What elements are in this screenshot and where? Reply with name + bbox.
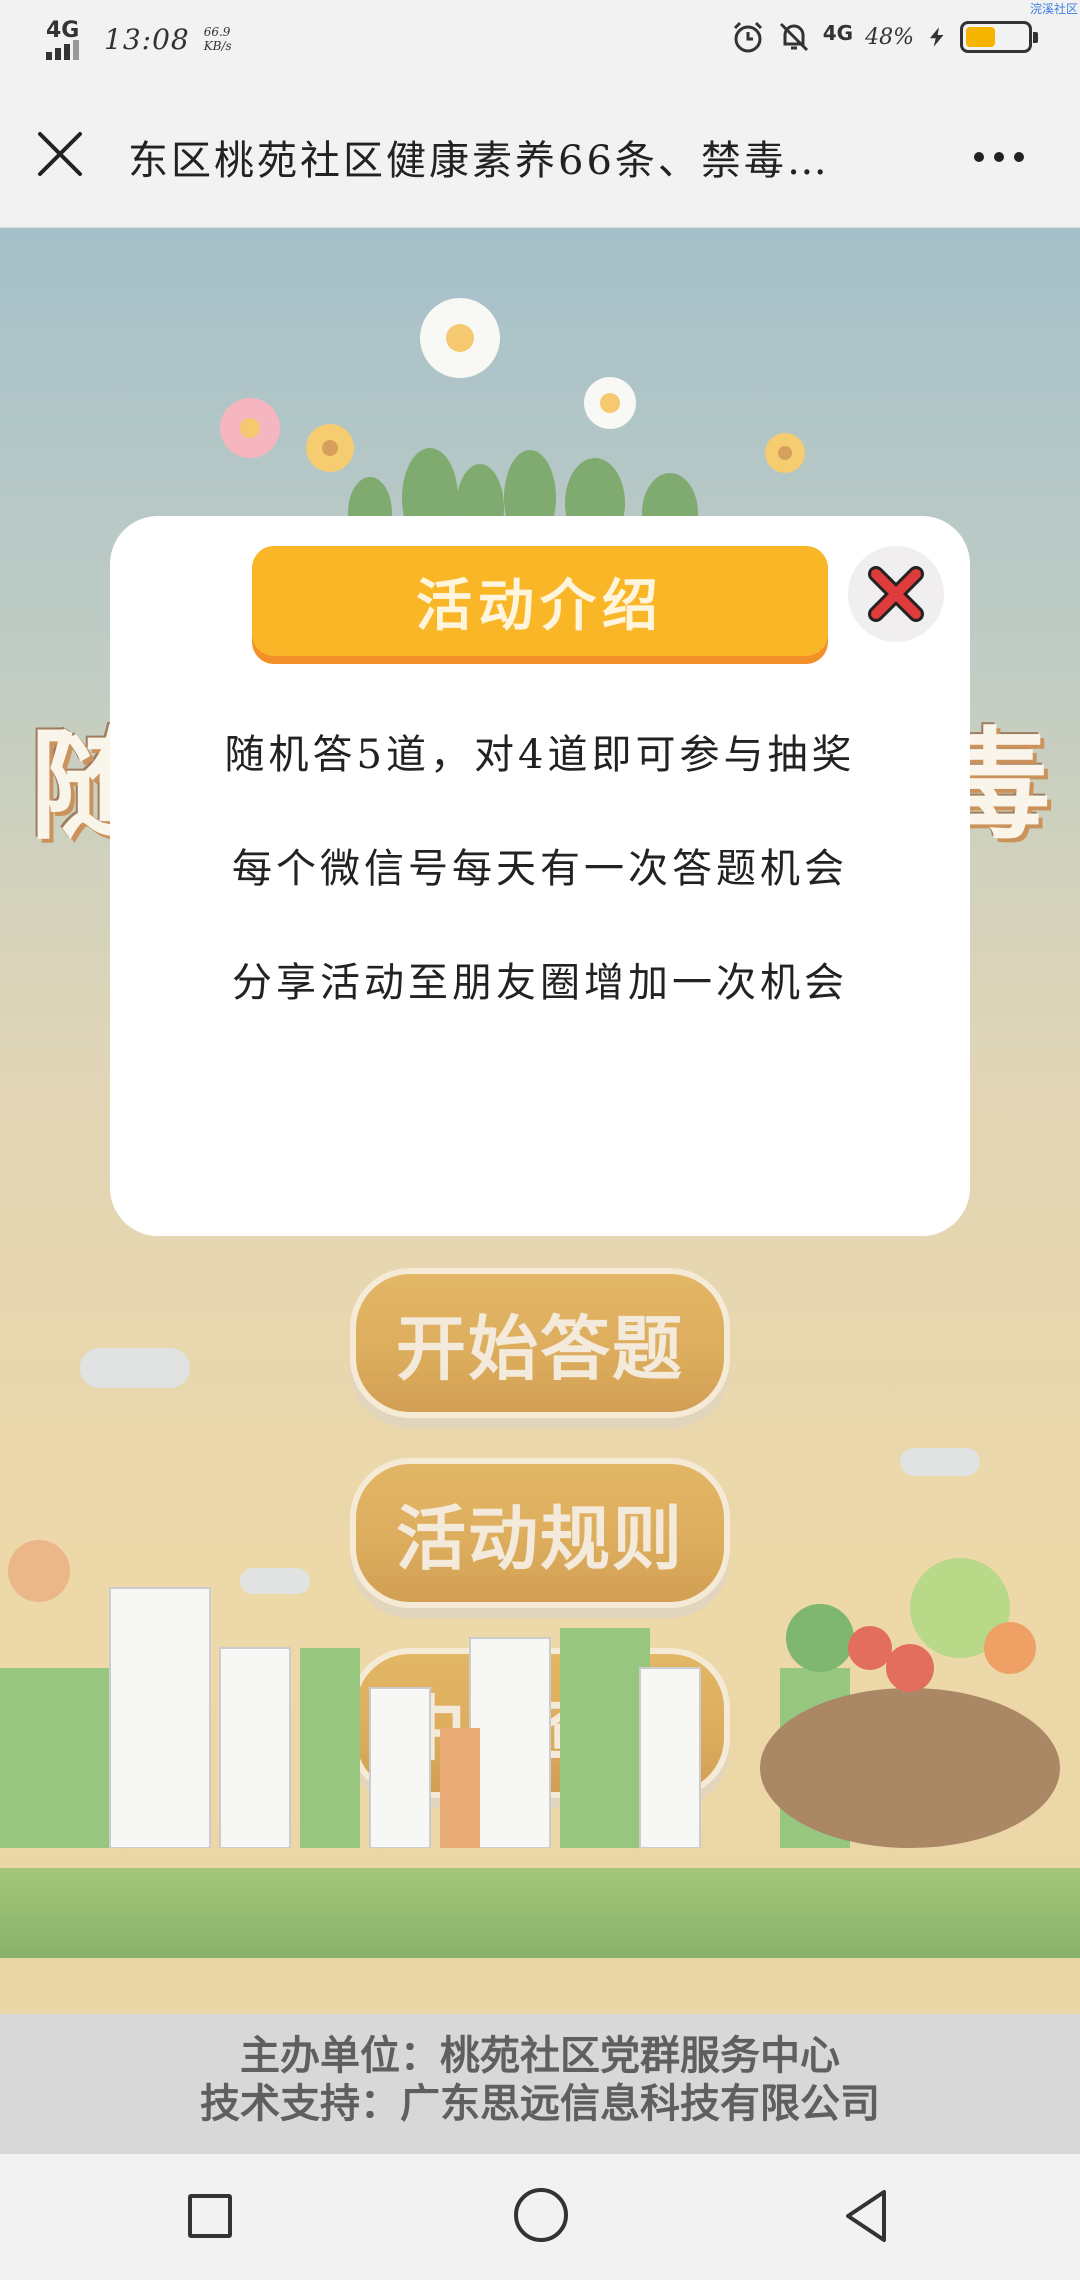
modal-close-button[interactable] [848, 546, 944, 642]
modal-body: 随机答5道，对4道即可参与抽奖 每个微信号每天有一次答题机会 分享活动至朋友圈增… [170, 726, 910, 1012]
charging-icon [929, 27, 944, 47]
network-speed: 66.9 KB/s [203, 25, 232, 53]
clock: 13:08 [104, 22, 190, 56]
modal-title: 活动介绍 [416, 573, 664, 639]
status-bar: 4G 13:08 66.9 KB/s 4G 48% 浣溪社区 [0, 0, 1080, 82]
system-nav-bar [0, 2154, 1080, 2280]
rule-line-2: 每个微信号每天有一次答题机会 [232, 846, 848, 892]
rule-line-3: 分享活动至朋友圈增加一次机会 [232, 960, 848, 1006]
page-title: 东区桃苑社区健康素养66条、禁毒… [128, 138, 830, 184]
activity-intro-modal: 活动介绍 随机答5道，对4道即可参与抽奖 每个微信号每天有一次答题机会 分享活动… [110, 516, 970, 1236]
signal-icon: 4G [46, 18, 90, 60]
back-icon[interactable] [840, 2186, 892, 2246]
title-bar: 东区桃苑社区健康素养66条、禁毒… [0, 82, 1080, 228]
recent-apps-icon[interactable] [188, 2194, 232, 2238]
alarm-icon [733, 21, 762, 53]
close-icon[interactable] [34, 128, 86, 180]
battery-percent: 48% [865, 24, 914, 50]
close-red-x-icon [868, 566, 924, 622]
network-type-right: 4G [822, 21, 854, 45]
mute-icon [779, 22, 808, 52]
battery-icon [960, 21, 1038, 53]
rule-line-1: 随机答5道，对4道即可参与抽奖 [224, 732, 856, 778]
corner-tag: 浣溪社区 [1029, 2, 1078, 16]
home-icon[interactable] [514, 2188, 568, 2242]
modal-title-banner: 活动介绍 [252, 546, 828, 656]
more-icon[interactable] [974, 152, 1024, 162]
